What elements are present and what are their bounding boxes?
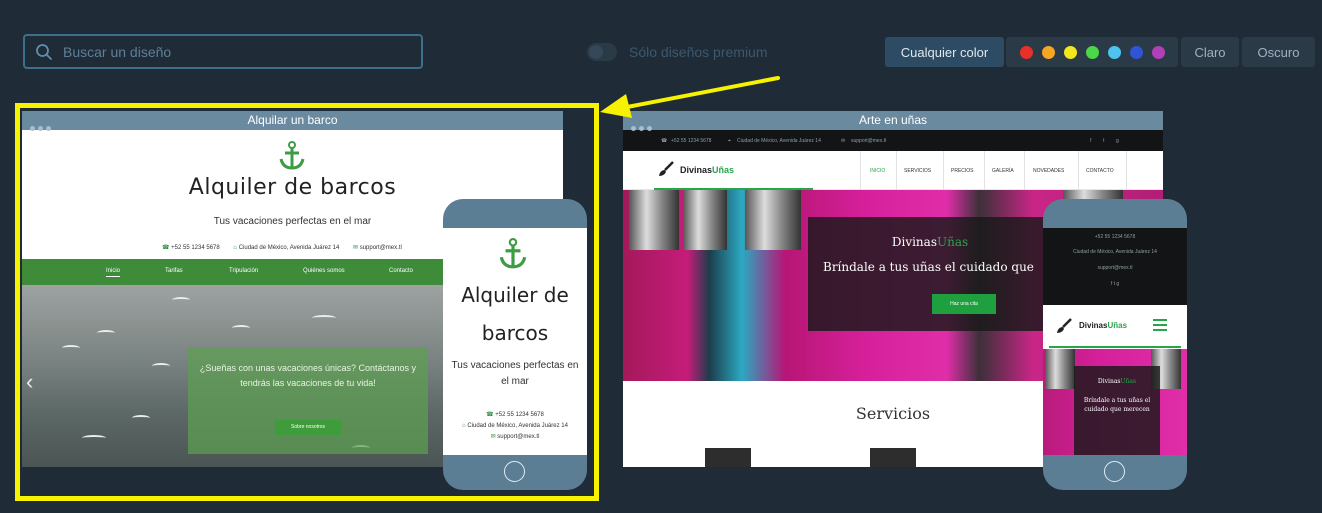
window-title: Arte en uñas <box>858 113 928 127</box>
mobile-preview-nails[interactable]: +52 55 1234 5678 Ciudad de México, Aveni… <box>1043 199 1187 490</box>
nav-item-servicios: SERVICIOS <box>904 168 932 174</box>
hero-brand: DivinasUñas <box>1097 378 1137 385</box>
mobile-screen: +52 55 1234 5678 Ciudad de México, Aveni… <box>1043 228 1187 455</box>
nav-item-contacto: CONTACTO <box>1086 168 1114 174</box>
google-icon: g <box>1116 138 1119 144</box>
nav-item-precios: PRECIOS <box>951 168 974 174</box>
twitter-icon: t <box>1103 138 1105 144</box>
color-swatch-group <box>1006 37 1178 67</box>
hero-overlay: DivinasUñas Bríndale a tus uñas el cuida… <box>1074 366 1160 455</box>
nav-item-galeria: GALERÍA <box>992 168 1014 174</box>
twitter-icon: t <box>1113 281 1115 287</box>
facebook-icon: f <box>1110 281 1113 287</box>
brush-icon <box>659 161 674 176</box>
contact-address: Ciudad de México, Avenida Juárez 14 <box>737 138 821 144</box>
nav-item-inicio: INICIO <box>870 168 886 174</box>
swatch-green[interactable] <box>1085 45 1099 59</box>
dark-button[interactable]: Oscuro <box>1242 37 1315 67</box>
site-header: DivinasUñas <box>1043 305 1187 349</box>
swatch-light-blue[interactable] <box>1107 45 1121 59</box>
contact-phone: +52 55 1234 5678 <box>1094 234 1136 240</box>
service-icon <box>705 448 751 467</box>
search-box[interactable] <box>23 34 423 69</box>
hero-slogan: Bríndale a tus uñas el cuidado que merec… <box>1083 397 1151 413</box>
contact-email: support@mex.tl <box>851 138 887 144</box>
location-icon: ⌖ <box>728 138 731 144</box>
hero-brand: DivinasUñas <box>891 235 969 249</box>
premium-label[interactable]: Sólo diseños premium <box>629 44 768 60</box>
contact-phone: +52 55 1234 5678 <box>671 138 712 144</box>
social-icons: f t g <box>1043 281 1187 287</box>
contact-email: support@mex.tl <box>1097 265 1133 271</box>
google-icon: g <box>1116 281 1120 287</box>
pointer-arrow-icon <box>600 76 780 118</box>
hero-button: Haz una cita <box>932 294 996 314</box>
site-header: DivinasUñas INICIO SERVICIOS PRECIOS GAL… <box>623 151 1163 190</box>
light-button[interactable]: Claro <box>1181 37 1239 67</box>
swatch-purple[interactable] <box>1151 45 1165 59</box>
search-icon <box>36 44 52 60</box>
premium-toggle[interactable] <box>587 43 617 61</box>
swatch-blue[interactable] <box>1129 45 1143 59</box>
site-topbar: +52 55 1234 5678 Ciudad de México, Aveni… <box>1043 228 1187 305</box>
site-topbar: ☎ +52 55 1234 5678 ⌖ Ciudad de México, A… <box>623 130 1163 151</box>
hero-overlay: DivinasUñas Bríndale a tus uñas el cuida… <box>808 217 1052 331</box>
search-input[interactable] <box>63 42 403 62</box>
hero-slogan: Bríndale a tus uñas el cuidado que <box>823 260 1034 274</box>
any-color-button[interactable]: Cualquier color <box>885 37 1004 67</box>
swatch-yellow[interactable] <box>1063 45 1077 59</box>
home-button-icon <box>1104 461 1125 482</box>
hero-image: DivinasUñas Bríndale a tus uñas el cuida… <box>1043 349 1187 455</box>
nav-item-novedades: NOVEDADES <box>1033 168 1065 174</box>
site-logo: DivinasUñas <box>680 165 735 175</box>
toggle-knob <box>589 45 603 59</box>
swatch-orange[interactable] <box>1041 45 1055 59</box>
phone-icon: ☎ <box>661 138 668 144</box>
selection-highlight <box>15 103 599 501</box>
logo-underline <box>1049 346 1181 348</box>
facebook-icon: f <box>1090 138 1092 144</box>
swatch-red[interactable] <box>1019 45 1033 59</box>
mail-icon: ✉ <box>841 138 846 144</box>
service-icon <box>870 448 916 467</box>
contact-address: Ciudad de México, Avenida Juárez 14 <box>1073 249 1157 255</box>
site-logo: DivinasUñas <box>1079 321 1128 330</box>
hamburger-menu-icon <box>1153 319 1167 331</box>
brush-icon <box>1057 318 1072 333</box>
